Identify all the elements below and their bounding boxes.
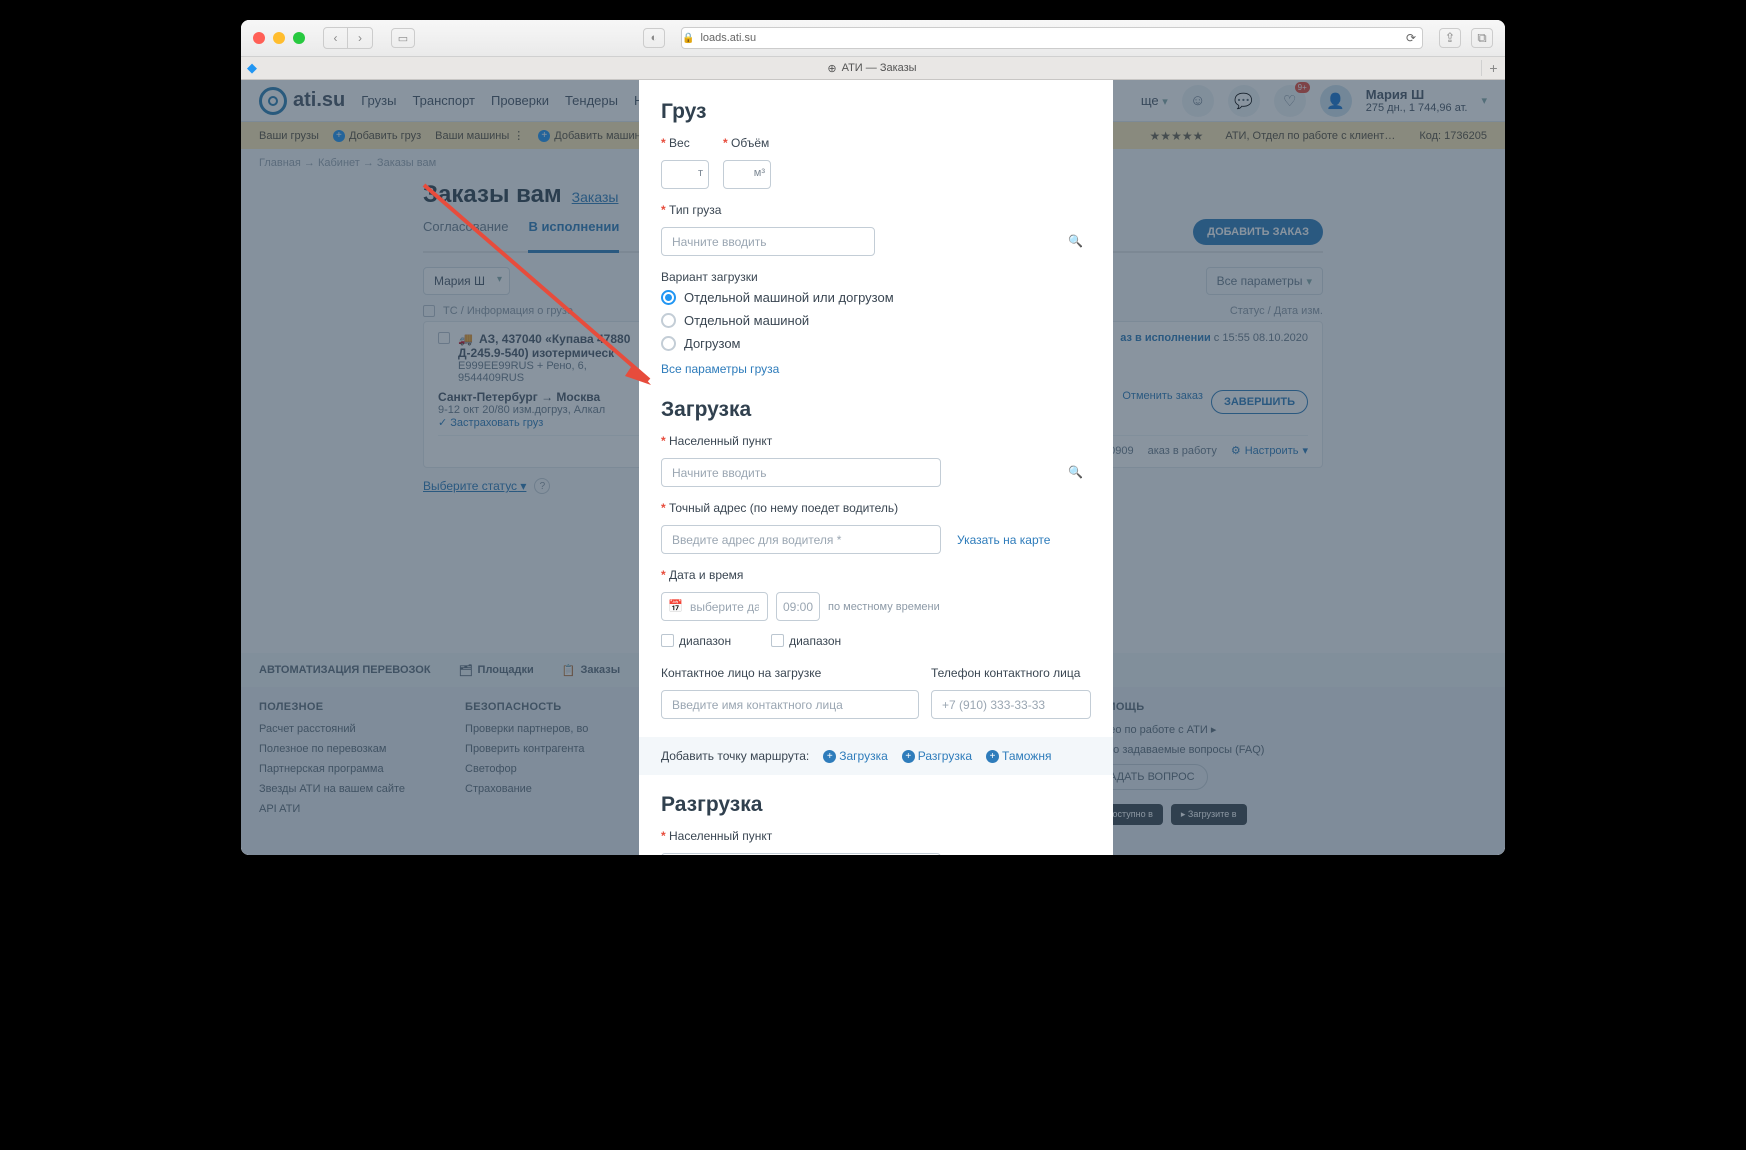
sidebar-toggle-button[interactable]: ▭ <box>391 28 415 48</box>
nav-arrows: ‹ › <box>323 27 373 49</box>
traffic-lights <box>253 32 305 44</box>
tab-bar: ◆ ⊕ АТИ — Заказы + <box>241 57 1505 80</box>
loading-address-input[interactable] <box>661 525 941 554</box>
timezone-hint: по местному времени <box>828 601 940 613</box>
add-route-point-row: Добавить точку маршрута: +Загрузка +Разг… <box>639 737 1113 775</box>
radio-partial[interactable]: Догрузом <box>661 336 1091 351</box>
datetime-label: Дата и время <box>661 568 1091 582</box>
page-viewport: ati.su Грузы Транспорт Проверки Тендеры … <box>241 80 1505 855</box>
add-customs-point[interactable]: +Таможня <box>986 749 1051 763</box>
privacy-shield-button[interactable]: ◐ <box>643 28 665 48</box>
date-range-checkbox[interactable]: диапазон <box>661 634 731 648</box>
site-favicon-icon: ⊕ <box>827 62 836 75</box>
unloading-city-input[interactable] <box>661 853 941 855</box>
contact-phone-label: Телефон контактного лица <box>931 666 1091 680</box>
cargo-type-label: Тип груза <box>661 203 1091 217</box>
radio-separate-or-partial[interactable]: Отдельной машиной или догрузом <box>661 290 1091 305</box>
url-bar[interactable]: 🔒 loads.ati.su ⟳ <box>681 27 1423 49</box>
cargo-section-heading: Груз <box>661 100 1091 124</box>
new-tab-button[interactable]: + <box>1481 60 1505 76</box>
tab-title[interactable]: ⊕ АТИ — Заказы <box>263 62 1481 75</box>
back-button[interactable]: ‹ <box>324 28 348 48</box>
unloading-city-label: Населенный пункт <box>661 829 1091 843</box>
unloading-section-heading: Разгрузка <box>661 793 1091 817</box>
forward-button[interactable]: › <box>348 28 372 48</box>
volume-unit: м³ <box>754 167 765 179</box>
contact-name-input[interactable] <box>661 690 919 719</box>
close-window-button[interactable] <box>253 32 265 44</box>
favorites-button[interactable]: ◆ <box>241 60 263 76</box>
tabs-button[interactable]: ⧉ <box>1471 28 1493 48</box>
weight-label: Вес <box>661 136 709 150</box>
radio-separate[interactable]: Отдельной машиной <box>661 313 1091 328</box>
volume-label: Объём <box>723 136 771 150</box>
order-form-modal: Груз Вес т Объём м³ <box>639 80 1113 855</box>
browser-window: ‹ › ▭ ◐ 🔒 loads.ati.su ⟳ ⇪ ⧉ ◆ ⊕ АТИ — З… <box>241 20 1505 855</box>
all-cargo-params-link[interactable]: Все параметры груза <box>661 362 779 376</box>
weight-unit: т <box>698 167 703 179</box>
time-range-checkbox[interactable]: диапазон <box>771 634 841 648</box>
reload-icon[interactable]: ⟳ <box>1406 31 1416 45</box>
loading-section-heading: Загрузка <box>661 398 1091 422</box>
loading-city-label: Населенный пункт <box>661 434 1091 448</box>
loading-variant-group: Отдельной машиной или догрузом Отдельной… <box>661 290 1091 351</box>
time-input[interactable] <box>776 592 820 621</box>
cargo-type-input[interactable] <box>661 227 875 256</box>
calendar-icon: 📅 <box>668 599 683 613</box>
minimize-window-button[interactable] <box>273 32 285 44</box>
url-text: loads.ati.su <box>700 32 756 44</box>
maximize-window-button[interactable] <box>293 32 305 44</box>
search-icon: 🔍 <box>1068 465 1083 479</box>
lock-icon: 🔒 <box>682 33 694 44</box>
contact-phone-input[interactable] <box>931 690 1091 719</box>
add-loading-point[interactable]: +Загрузка <box>823 749 888 763</box>
loading-address-label: Точный адрес (по нему поедет водитель) <box>661 501 1091 515</box>
contact-name-label: Контактное лицо на загрузке <box>661 666 919 680</box>
loading-variant-label: Вариант загрузки <box>661 270 1091 284</box>
titlebar: ‹ › ▭ ◐ 🔒 loads.ati.su ⟳ ⇪ ⧉ <box>241 20 1505 57</box>
add-unloading-point[interactable]: +Разгрузка <box>902 749 972 763</box>
share-button[interactable]: ⇪ <box>1439 28 1461 48</box>
toolbar-right: ⇪ ⧉ <box>1439 28 1493 48</box>
map-link[interactable]: Указать на карте <box>957 533 1050 547</box>
loading-city-input[interactable] <box>661 458 941 487</box>
search-icon: 🔍 <box>1068 234 1083 248</box>
